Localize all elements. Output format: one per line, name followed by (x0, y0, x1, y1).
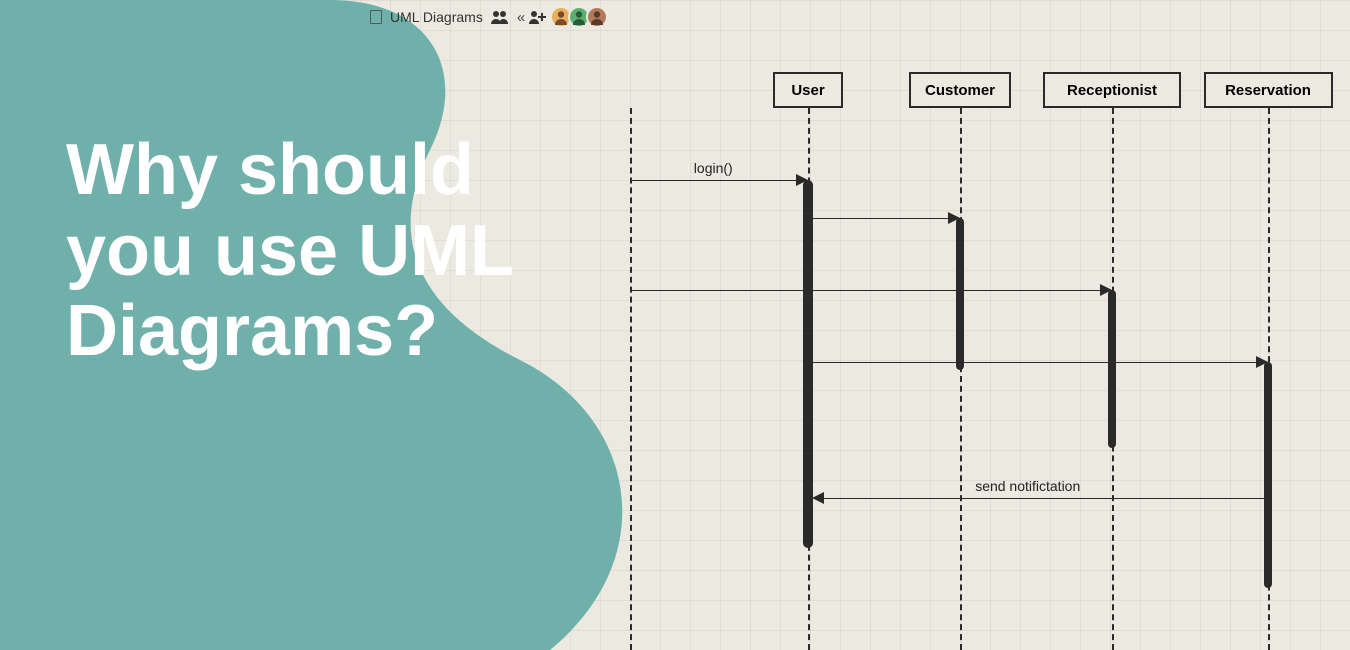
arrowhead-icon (948, 212, 960, 224)
message-label: send notifictation (975, 478, 1080, 494)
lifeline-box[interactable]: Receptionist (1043, 72, 1181, 108)
lifeline-box[interactable]: User (773, 72, 843, 108)
collapse-icon[interactable]: « (517, 9, 520, 26)
arrowhead-icon (1100, 284, 1112, 296)
avatar[interactable] (586, 6, 608, 28)
stage: Why should you use UML Diagrams? UML Dia… (0, 0, 1350, 650)
message-arrow (630, 290, 1100, 291)
lifeline-box[interactable]: Reservation (1204, 72, 1333, 108)
document-title[interactable]: UML Diagrams (390, 9, 483, 25)
activation-bar (1108, 290, 1116, 448)
activation-bar (1264, 362, 1272, 588)
arrowhead-icon (1256, 356, 1268, 368)
lifeline-box[interactable]: Customer (909, 72, 1011, 108)
actor-lifeline (630, 108, 632, 650)
lifeline-dash (960, 108, 962, 650)
collaborator-avatars (554, 6, 608, 28)
headline-text: Why should you use UML Diagrams? (66, 130, 566, 372)
arrowhead-icon (796, 174, 808, 186)
message-arrow (812, 362, 1256, 363)
arrowhead-icon (812, 492, 824, 504)
people-icon[interactable] (491, 10, 509, 24)
message-arrow (808, 218, 948, 219)
file-icon (370, 10, 382, 24)
message-label: login() (694, 160, 733, 176)
message-arrow (630, 180, 796, 181)
message-arrow (824, 498, 1268, 499)
activation-bar (956, 218, 964, 370)
toolbar: UML Diagrams « (370, 6, 608, 28)
add-user-icon[interactable] (528, 10, 546, 24)
